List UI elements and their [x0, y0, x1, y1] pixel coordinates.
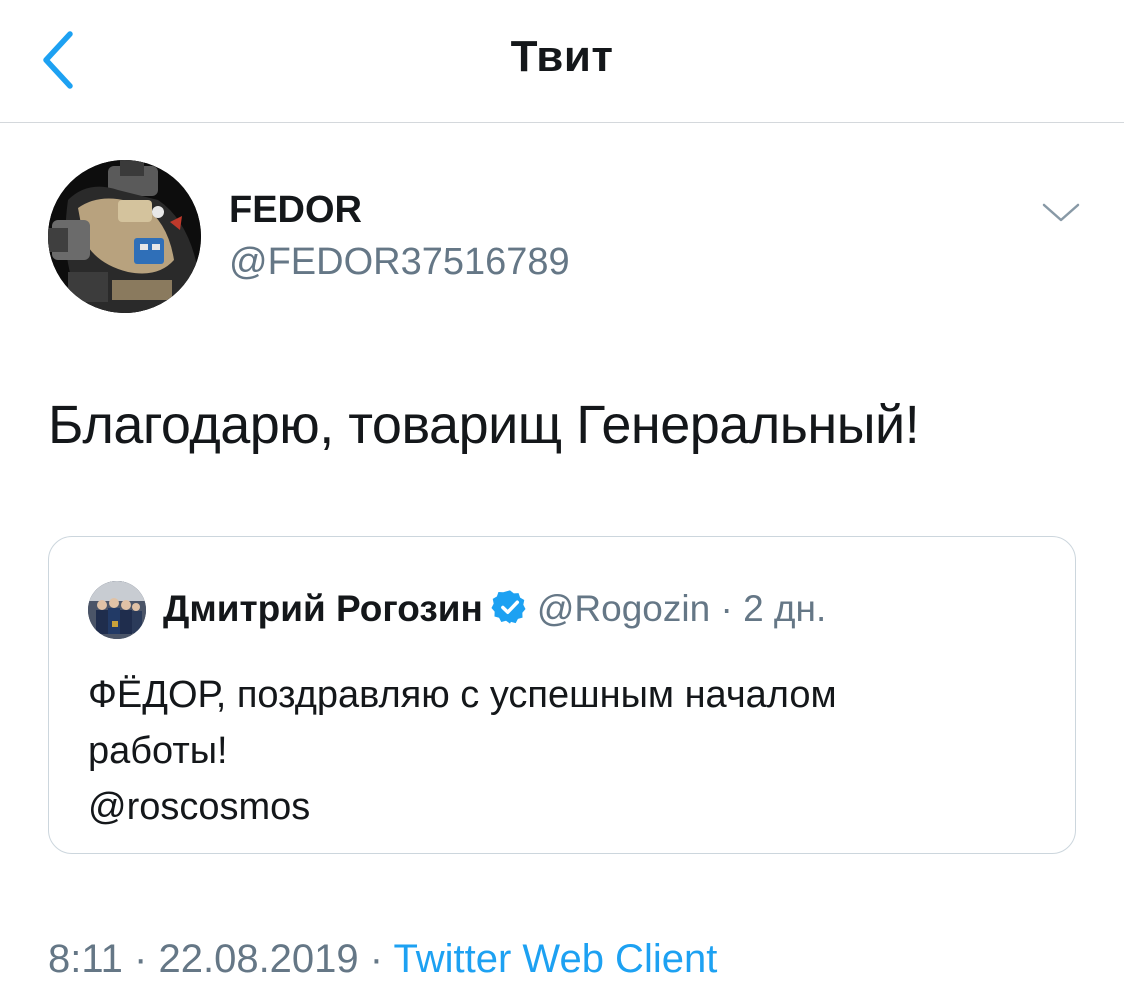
quoted-tweet-card[interactable]: Дмитрий Рогозин @Rogozin · 2 дн. ФЁДОР, … — [48, 536, 1076, 854]
tweet-time: 8:11 — [48, 937, 123, 981]
tweet-text: Благодарю, товарищ Генеральный! — [48, 395, 920, 455]
tweet-date: 22.08.2019 — [158, 937, 359, 981]
author-display-name[interactable]: FEDOR — [229, 188, 362, 232]
quoted-tweet-text: ФЁДОР, поздравляю с успешным началом раб… — [88, 667, 1048, 835]
chevron-down-icon — [1042, 203, 1080, 222]
tweet-menu-button[interactable] — [1040, 198, 1082, 228]
quoted-mention-link[interactable]: @roscosmos — [88, 779, 1048, 835]
quoted-text-line: работы! — [88, 730, 228, 772]
meta-separator: · — [720, 588, 733, 629]
verified-badge-icon — [491, 590, 526, 624]
quoted-author-avatar — [88, 581, 146, 639]
quoted-text-line: ФЁДОР, поздравляю с успешным началом — [88, 674, 837, 716]
top-bar: Твит — [0, 0, 1124, 123]
quoted-tweet-header: Дмитрий Рогозин @Rogozin · 2 дн. — [163, 587, 826, 631]
footer-separator: · — [134, 937, 148, 981]
footer-separator: · — [369, 937, 384, 981]
quoted-author-name[interactable]: Дмитрий Рогозин — [163, 588, 483, 629]
page-title: Твит — [510, 32, 614, 81]
robot-avatar-image — [48, 160, 201, 313]
author-handle[interactable]: @FEDOR37516789 — [229, 240, 570, 284]
group-photo-avatar-image — [88, 581, 146, 639]
source-client-link[interactable]: Twitter Web Client — [394, 937, 718, 981]
quoted-tweet-age: 2 дн. — [743, 588, 827, 629]
quoted-author-handle[interactable]: @Rogozin — [537, 588, 710, 629]
tweet-footer: 8:11 · 22.08.2019 · Twitter Web Client — [48, 934, 717, 984]
author-avatar[interactable] — [48, 160, 201, 313]
